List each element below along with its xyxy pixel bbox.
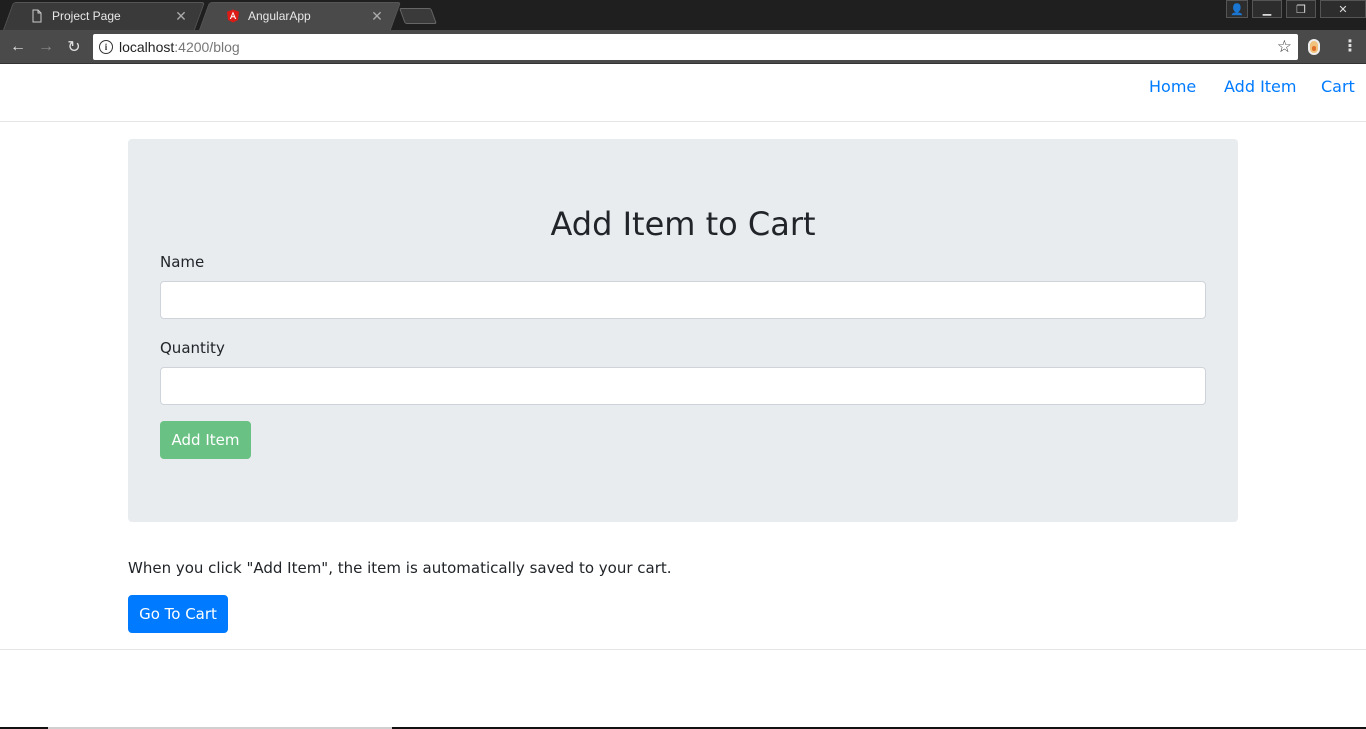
tab-label: AngularApp xyxy=(248,9,311,23)
angular-icon xyxy=(227,9,239,23)
name-input[interactable] xyxy=(160,281,1206,319)
restore-icon[interactable]: ❐ xyxy=(1286,0,1316,18)
bookmark-star-icon[interactable]: ☆ xyxy=(1277,37,1292,57)
top-navbar: Home Add Item Cart xyxy=(0,65,1366,122)
browser-titlebar: Project Page ✕ AngularApp ✕ 👤 ▁ ❐ ✕ xyxy=(0,0,1366,30)
document-icon xyxy=(32,9,42,23)
url-path: :4200/blog xyxy=(174,39,240,55)
browser-toolbar: ← → ↻ i localhost:4200/blog ☆ ⋮ xyxy=(0,30,1366,64)
quantity-label: Quantity xyxy=(160,339,225,357)
window-close-icon[interactable]: ✕ xyxy=(1320,0,1366,18)
close-icon[interactable]: ✕ xyxy=(174,8,188,25)
tab-label: Project Page xyxy=(52,9,121,23)
page-content: Home Add Item Cart Add Item to Cart Name… xyxy=(0,65,1366,729)
close-icon[interactable]: ✕ xyxy=(370,8,384,25)
tab-content: AngularApp ✕ xyxy=(204,2,396,30)
tab-content: Project Page ✕ xyxy=(8,2,200,30)
quantity-input[interactable] xyxy=(160,367,1206,405)
tab-angularapp[interactable]: AngularApp ✕ xyxy=(198,2,402,30)
url-host: localhost xyxy=(119,39,175,55)
tab-project-page[interactable]: Project Page ✕ xyxy=(2,2,206,30)
new-tab-shape xyxy=(399,8,437,24)
forward-arrow-icon[interactable]: → xyxy=(36,37,56,57)
info-icon[interactable]: i xyxy=(99,40,113,54)
add-item-form-panel: Add Item to Cart Name Quantity Add Item xyxy=(128,139,1238,522)
extension-icon[interactable] xyxy=(1308,39,1320,55)
address-bar[interactable]: i localhost:4200/blog ☆ xyxy=(93,34,1298,60)
name-label: Name xyxy=(160,253,205,271)
nav-link-add-item[interactable]: Add Item xyxy=(1224,77,1296,96)
new-tab-button[interactable] xyxy=(399,8,437,24)
minimize-icon[interactable]: ▁ xyxy=(1252,0,1282,18)
footer-divider xyxy=(0,649,1366,650)
window-controls: 👤 ▁ ❐ ✕ xyxy=(1222,0,1366,18)
back-arrow-icon[interactable]: ← xyxy=(8,37,28,57)
nav-link-home[interactable]: Home xyxy=(1149,77,1196,96)
user-icon[interactable]: 👤 xyxy=(1226,0,1248,18)
add-item-button[interactable]: Add Item xyxy=(160,421,251,459)
info-text: When you click "Add Item", the item is a… xyxy=(128,559,672,577)
page-title: Add Item to Cart xyxy=(550,205,816,243)
reload-icon[interactable]: ↻ xyxy=(64,37,84,57)
go-to-cart-button[interactable]: Go To Cart xyxy=(128,595,228,633)
menu-icon[interactable]: ⋮ xyxy=(1342,38,1358,56)
nav-link-cart[interactable]: Cart xyxy=(1321,77,1355,96)
